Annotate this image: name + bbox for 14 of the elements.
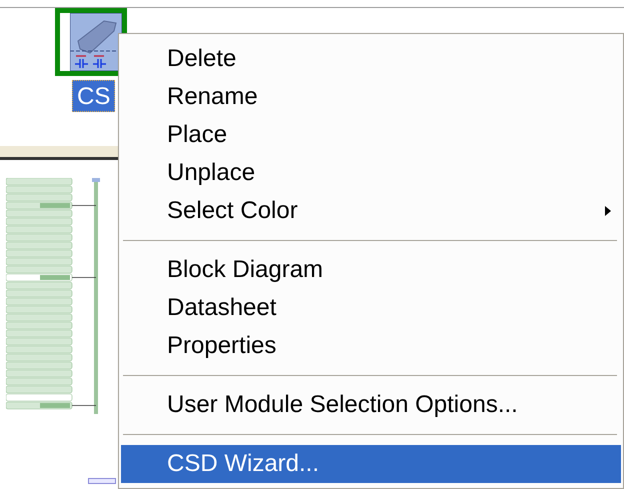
menu-item[interactable]: Datasheet (121, 289, 621, 327)
module-label: CS (72, 80, 116, 112)
menu-item[interactable]: CSD Wizard... (121, 445, 621, 483)
scroll-thumb[interactable] (88, 478, 116, 484)
menu-item[interactable]: Place (121, 116, 621, 154)
menu-item[interactable]: Rename (121, 78, 621, 116)
module-icon[interactable] (55, 8, 127, 76)
splitter-bar[interactable] (0, 146, 118, 160)
menu-item[interactable]: User Module Selection Options... (121, 386, 621, 424)
menu-item[interactable]: Properties (121, 327, 621, 365)
menu-item[interactable]: Unplace (121, 154, 621, 192)
menu-item[interactable]: Select Color (121, 192, 621, 230)
menu-item[interactable]: Block Diagram (121, 251, 621, 289)
menu-item[interactable]: Delete (121, 40, 621, 78)
